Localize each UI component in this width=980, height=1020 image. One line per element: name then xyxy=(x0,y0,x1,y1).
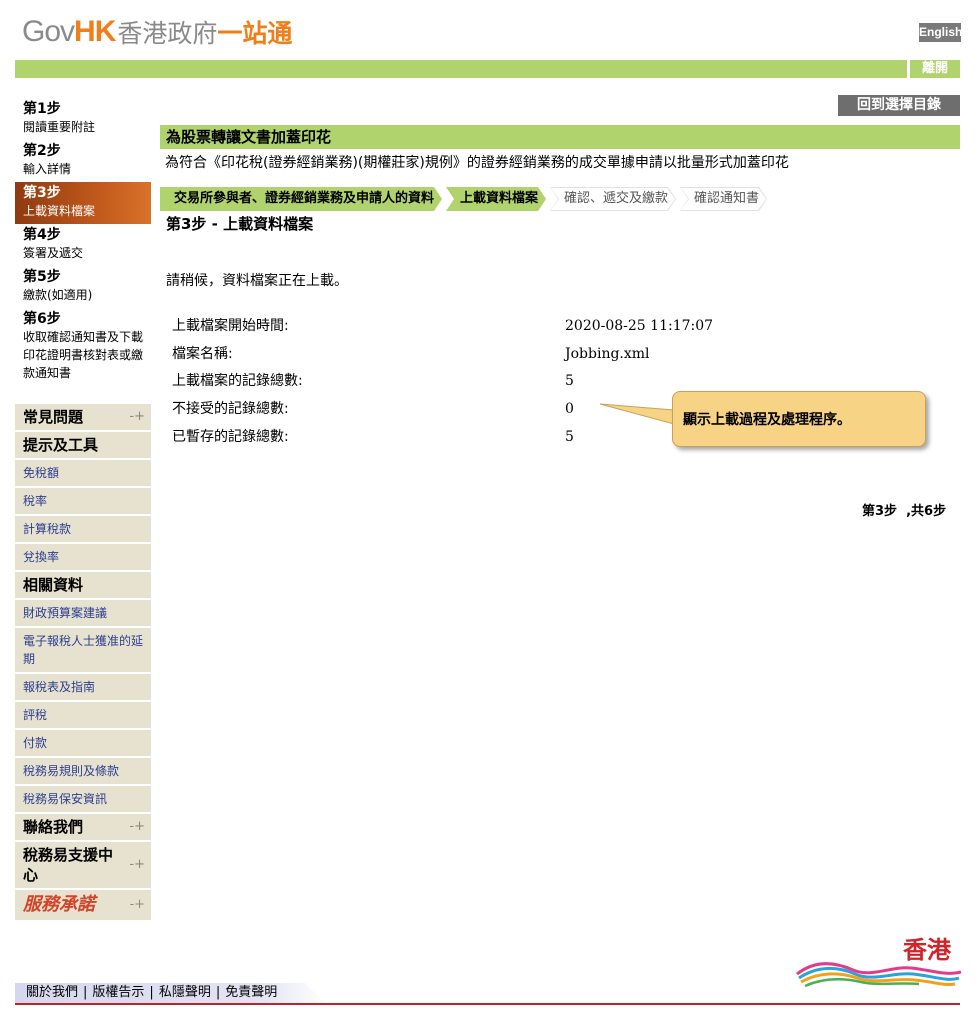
logo-gov-text: Gov xyxy=(22,15,75,48)
nav-link-security[interactable]: 稅務易保安資訊 xyxy=(15,786,151,814)
callout-pointer xyxy=(599,403,675,425)
brand-hk-text: 香港 xyxy=(903,936,952,964)
step-number: 第6步 xyxy=(23,311,61,327)
nav-related-heading: 相關資料 xyxy=(15,572,151,600)
footer-divider xyxy=(15,1003,960,1005)
nav-link-exchange-rate[interactable]: 兌換率 xyxy=(15,544,151,572)
step-list: 第1步 閱讀重要附註 第2步 輸入詳情 第3步 上載資料檔案 第4步 簽署及遞交… xyxy=(15,98,151,386)
step-2: 第2步 輸入詳情 xyxy=(15,140,151,182)
info-value: 0 xyxy=(565,401,574,418)
step-6: 第6步 收取確認通知書及下載印花證明書核對表或繳款通知書 xyxy=(15,308,151,386)
nav-faq-label: 常見問題 xyxy=(23,408,84,426)
side-nav: 常見問題 -+ 提示及工具 免稅額 稅率 計算稅款 兌換率 相關資料 財政預算案… xyxy=(15,404,151,922)
step-4: 第4步 簽署及遞交 xyxy=(15,224,151,266)
progress-step-confirm: 確認、遞交及繳款 xyxy=(550,187,676,211)
step-label: 收取確認通知書及下載印花證明書核對表或繳款通知書 xyxy=(23,330,144,380)
step-3-current: 第3步 上載資料檔案 xyxy=(15,182,151,224)
english-language-button[interactable]: English xyxy=(919,23,962,42)
nav-link-tax-rate[interactable]: 稅率 xyxy=(15,488,151,516)
page-title: 為股票轉讓文書加蓋印花 xyxy=(160,125,960,149)
step-label: 簽署及遞交 xyxy=(23,246,84,260)
info-label: 檔案名稱: xyxy=(172,345,233,362)
footer-link-disclaimer[interactable]: 免責聲明 xyxy=(225,984,277,1002)
step-number: 第1步 xyxy=(23,101,61,117)
progress-step-particulars: 交易所參與者、證券經銷業務及申請人的資料 xyxy=(160,187,442,211)
service-pledge-logo: 服務承諾 xyxy=(23,894,95,915)
info-label: 上載檔案的記錄總數: xyxy=(172,373,303,390)
footer-separator: | xyxy=(215,985,221,1000)
step-heading: 第3步 - 上載資料檔案 xyxy=(166,215,314,233)
nav-support-label: 稅務易支援中心 xyxy=(23,846,114,884)
govhk-logo[interactable]: Gov HK 香港政府 一站通 xyxy=(22,14,292,50)
footer-separator: | xyxy=(149,985,154,1000)
logo-hk-text: HK xyxy=(74,15,116,48)
step-number: 第4步 xyxy=(23,227,61,243)
step-label: 輸入詳情 xyxy=(23,162,72,176)
progress-step-upload: 上載資料檔案 xyxy=(446,187,546,211)
logout-button[interactable]: 離開 xyxy=(910,60,960,78)
nav-contact-label: 聯絡我們 xyxy=(23,818,84,836)
plus-icon[interactable]: -+ xyxy=(129,817,145,837)
uploading-message: 請稍候，資料檔案正在上載。 xyxy=(166,273,348,289)
nav-link-budget[interactable]: 財政預算案建議 xyxy=(15,600,151,628)
back-to-menu-button[interactable]: 回到選擇目錄 xyxy=(838,95,960,116)
nav-link-tax-calc[interactable]: 計算稅款 xyxy=(15,516,151,544)
step-number: 第2步 xyxy=(23,143,61,159)
nav-service-pledge[interactable]: 服務承諾 -+ xyxy=(15,890,151,922)
logo-cn-highlight: 一站通 xyxy=(217,19,293,48)
plus-icon[interactable]: -+ xyxy=(129,855,145,875)
nav-link-payment[interactable]: 付款 xyxy=(15,730,151,758)
page-subtitle: 為符合《印花稅(證券經銷業務)(期權莊家)規例》的證券經銷業務的成交單據申請以批… xyxy=(165,155,789,171)
info-value: 5 xyxy=(565,373,574,390)
nav-link-assessment[interactable]: 評稅 xyxy=(15,702,151,730)
progress-step-acknowledgement: 確認通知書 xyxy=(680,187,767,211)
nav-link-allowance[interactable]: 免稅額 xyxy=(15,460,151,488)
progress-steps: 交易所參與者、證券經銷業務及申請人的資料 上載資料檔案 確認、遞交及繳款 確認通… xyxy=(160,187,771,211)
info-value: Jobbing.xml xyxy=(565,345,650,362)
info-label: 上載檔案開始時間: xyxy=(172,318,289,334)
info-value: 2020-08-25 11:17:07 xyxy=(565,318,714,334)
brand-hong-kong-logo[interactable]: 香港 xyxy=(795,932,965,992)
nav-tips-heading: 提示及工具 xyxy=(15,432,151,460)
footer-link-about[interactable]: 關於我們 xyxy=(26,984,78,1002)
nav-contact[interactable]: 聯絡我們 -+ xyxy=(15,814,151,842)
info-label: 不接受的記錄總數: xyxy=(172,401,289,418)
step-1: 第1步 閱讀重要附註 xyxy=(15,98,151,140)
step-5: 第5步 繳款(如適用) xyxy=(15,266,151,308)
nav-link-terms[interactable]: 稅務易規則及條款 xyxy=(15,758,151,786)
step-number: 第5步 xyxy=(23,269,61,285)
nav-link-returns-guide[interactable]: 報稅表及指南 xyxy=(15,674,151,702)
footer-separator: | xyxy=(83,985,88,1000)
step-label: 繳款(如適用) xyxy=(23,288,93,302)
step-label: 上載資料檔案 xyxy=(23,204,96,218)
footer-links: 關於我們 | 版權告示 | 私隱聲明 | 免責聲明 xyxy=(26,984,277,1002)
plus-icon[interactable]: -+ xyxy=(129,407,145,427)
plus-icon[interactable]: -+ xyxy=(130,896,145,914)
logo-cn-text: 香港政府 xyxy=(117,19,218,48)
info-label: 已暫存的記錄總數: xyxy=(172,428,289,445)
footer-link-privacy[interactable]: 私隱聲明 xyxy=(159,984,211,1002)
footer-link-copyright[interactable]: 版權告示 xyxy=(92,984,144,1002)
tooltip-callout: 顯示上載過程及處理程序。 xyxy=(672,391,926,447)
header-green-bar xyxy=(15,60,907,78)
step-label: 閱讀重要附註 xyxy=(23,120,96,134)
info-value: 5 xyxy=(565,428,574,445)
nav-support-centre[interactable]: 稅務易支援中心 -+ xyxy=(15,842,151,890)
nav-faq[interactable]: 常見問題 -+ xyxy=(15,404,151,432)
nav-link-extension[interactable]: 電子報稅人士獲准的延期 xyxy=(15,628,151,674)
step-number: 第3步 xyxy=(23,185,61,201)
step-pager: 第3步 ,共6步 xyxy=(862,504,947,519)
